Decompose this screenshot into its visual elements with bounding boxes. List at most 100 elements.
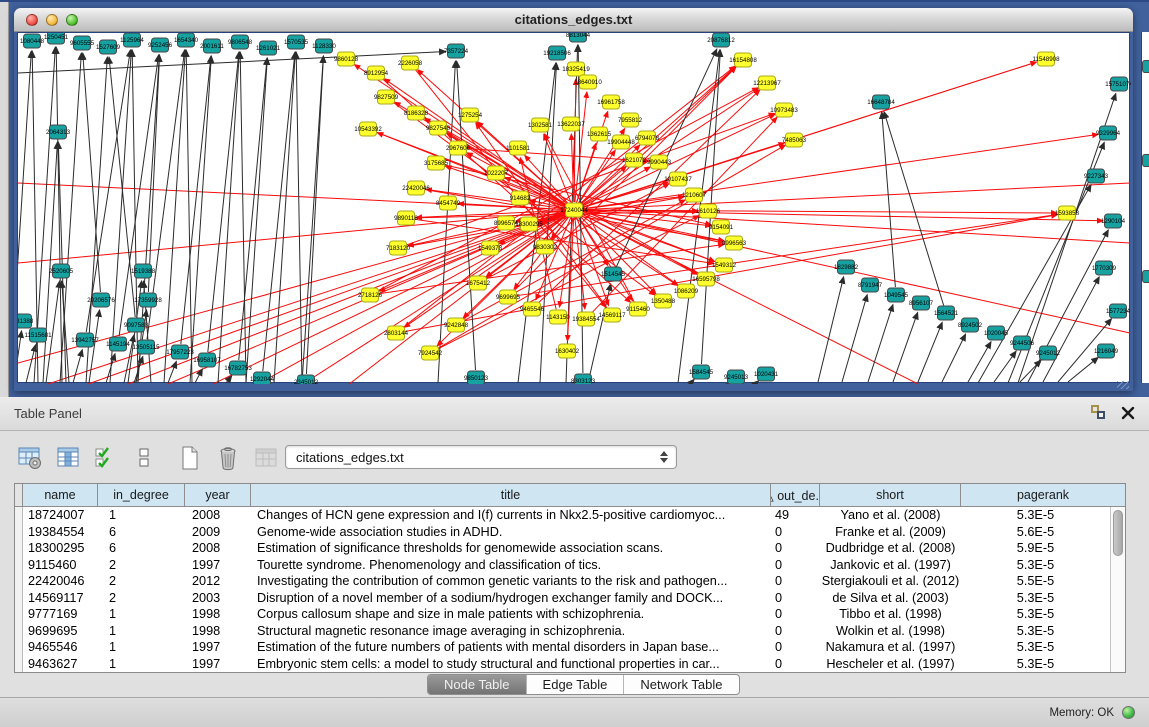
graph-edge xyxy=(918,322,942,382)
table-panel-title: Table Panel xyxy=(14,406,82,421)
graph-node-label: 11515681 xyxy=(24,332,52,339)
graph-node-label: 9827548 xyxy=(426,125,451,132)
graph-node-label: 18300295 xyxy=(515,221,543,228)
table-row[interactable]: 946362711997Embryonic stem cells: a mode… xyxy=(15,656,1110,673)
graph-node-label: 7183120 xyxy=(386,245,411,252)
table-cell: 0 xyxy=(771,656,820,673)
table-cell: Structural magnetic resonance image aver… xyxy=(251,623,771,640)
graph-node-label: 9860128 xyxy=(334,56,359,63)
delete-table-icon[interactable] xyxy=(214,445,241,472)
create-table-icon[interactable] xyxy=(176,445,203,472)
graph-node-label: 1261021 xyxy=(256,45,281,52)
table-cell: 0 xyxy=(771,639,820,656)
tab-node-table[interactable]: Node Table xyxy=(428,675,527,694)
graph-node-label: 7357224 xyxy=(444,48,469,55)
graph-node-label: 9827509 xyxy=(374,94,399,101)
table-row[interactable]: 1456911722003Disruption of a novel membe… xyxy=(15,590,1110,607)
table-cell: 2 xyxy=(98,590,185,607)
column-header-pagerank[interactable]: pagerank xyxy=(961,484,1125,506)
table-row[interactable]: 2242004622012Investigating the contribut… xyxy=(15,573,1110,590)
graph-edge xyxy=(583,212,1130,333)
graph-node-label: 14569117 xyxy=(598,312,626,319)
graph-node-label: 8956107 xyxy=(909,300,934,307)
graph-node-label: 1519388 xyxy=(131,268,156,275)
graph-node xyxy=(1142,154,1149,167)
graph-node-label: 20876812 xyxy=(707,37,735,44)
table-row[interactable]: 1830029562008Estimation of significance … xyxy=(15,540,1110,557)
table-cell: 5.3E-5 xyxy=(961,590,1110,607)
graph-node-label: 16961758 xyxy=(597,99,625,106)
table-cell: 9465546 xyxy=(23,639,98,656)
column-header-name[interactable]: name xyxy=(23,484,98,506)
table-cell: 1 xyxy=(98,606,185,623)
table-scrollbar[interactable] xyxy=(1110,507,1125,672)
graph-node-label: 17957223 xyxy=(166,349,194,356)
table-row[interactable]: 977716911998Corpus callosum shape and si… xyxy=(15,606,1110,623)
graph-node xyxy=(1142,60,1149,73)
table-cell: 2009 xyxy=(185,524,251,541)
table-row[interactable]: 1938455462009Genome-wide association stu… xyxy=(15,524,1110,541)
table-settings-icon[interactable] xyxy=(16,445,43,472)
column-header-title[interactable]: title xyxy=(251,484,771,506)
table-row[interactable]: 911546021997Tourette syndrome. Phenomeno… xyxy=(15,557,1110,574)
table-row[interactable]: 946554611997Estimation of the future num… xyxy=(15,639,1110,656)
graph-node-label: 7955812 xyxy=(618,117,643,124)
graph-node-label: 2803144 xyxy=(384,330,409,337)
table-cell: 0 xyxy=(771,524,820,541)
graph-node-label: 1570535 xyxy=(284,39,309,46)
table-selector-dropdown[interactable]: citations_edges.txt xyxy=(285,445,677,469)
scrollbar-thumb[interactable] xyxy=(1113,510,1123,556)
memory-status-label: Memory: OK xyxy=(1049,707,1114,719)
table-cell: 2 xyxy=(98,557,185,574)
table-cell: Estimation of significance thresholds fo… xyxy=(251,540,771,557)
table-cell: 9699695 xyxy=(23,623,98,640)
table-header-row: name in_degree year title △ out_de... sh… xyxy=(15,484,1125,507)
float-panel-icon[interactable] xyxy=(1091,405,1107,420)
graph-node-label: 2967606 xyxy=(446,145,471,152)
graph-node-label: 2226058 xyxy=(398,60,423,67)
window-resize-grip[interactable] xyxy=(1117,381,1129,389)
tab-network-table[interactable]: Network Table xyxy=(624,675,738,694)
table-panel: Table Panel xyxy=(0,397,1149,697)
column-header-year[interactable]: year xyxy=(185,484,251,506)
graph-node-label: 7924542 xyxy=(418,350,443,357)
graph-node-label: 18325419 xyxy=(562,66,590,73)
column-header-short[interactable]: short xyxy=(820,484,961,506)
select-rows-icon[interactable] xyxy=(92,445,119,472)
table-cell xyxy=(15,606,23,623)
table-cell: Tourette syndrome. Phenomenology and cla… xyxy=(251,557,771,574)
graph-node-label: 8924502 xyxy=(958,322,983,329)
table-cell: 1 xyxy=(98,623,185,640)
table-row[interactable]: 969969511998Structural magnetic resonanc… xyxy=(15,623,1110,640)
table-cell: 5.5E-5 xyxy=(961,573,1110,590)
column-header-out-degree[interactable]: △ out_de... xyxy=(771,484,820,506)
table-cell: 9777169 xyxy=(23,606,98,623)
graph-edge xyxy=(884,112,944,306)
graph-edge xyxy=(168,361,176,383)
graph-node-label: 19904448 xyxy=(607,139,635,146)
graph-node-label: 9605555 xyxy=(70,40,95,47)
network-canvas[interactable]: 1724004498601288912954222605898275091054… xyxy=(17,32,1130,383)
graph-node-label: 1101581 xyxy=(506,145,530,152)
graph-node-label: 1250451 xyxy=(44,34,69,41)
graph-node-label: 1292044 xyxy=(250,376,275,383)
graph-node-label: 9245012 xyxy=(1036,350,1061,357)
table-cell: 6 xyxy=(98,524,185,541)
table-cell: Investigating the contribution of common… xyxy=(251,573,771,590)
close-panel-icon[interactable] xyxy=(1121,406,1135,420)
table-cell: 9115460 xyxy=(23,557,98,574)
graph-node-label: 9115460 xyxy=(626,306,650,313)
table-cell: 5.3E-5 xyxy=(961,557,1110,574)
graph-node-label: 10107437 xyxy=(664,176,692,183)
graph-node-label: 1275254 xyxy=(458,112,483,119)
graph-edge xyxy=(306,56,323,374)
show-columns-icon[interactable] xyxy=(54,445,81,472)
graph-edge xyxy=(43,142,57,383)
table-row[interactable]: 1872400712008Changes of HCN gene express… xyxy=(15,507,1110,524)
table-cell: Tibbo et al. (1998) xyxy=(820,606,961,623)
network-window-titlebar[interactable]: citations_edges.txt xyxy=(14,8,1133,32)
tab-edge-table[interactable]: Edge Table xyxy=(527,675,625,694)
row-height-icon[interactable] xyxy=(130,445,157,472)
column-header-in-degree[interactable]: in_degree xyxy=(98,484,185,506)
table-cell xyxy=(15,590,23,607)
